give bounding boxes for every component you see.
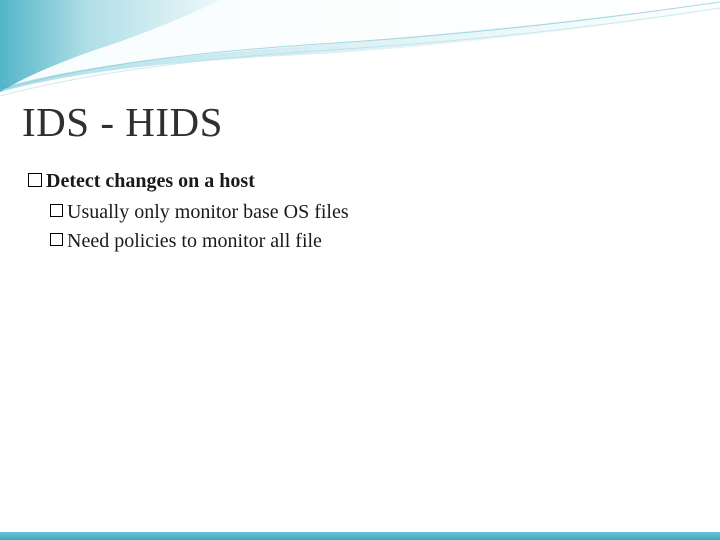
slide-title: IDS - HIDS — [22, 98, 223, 146]
bullet-level2: Need policies to monitor all file — [50, 228, 349, 255]
bullet-text: Need policies to monitor all file — [67, 228, 322, 255]
slide: IDS - HIDS Detect changes on a host Usua… — [0, 0, 720, 540]
square-bullet-icon — [28, 173, 42, 187]
bullet-level2: Usually only monitor base OS files — [50, 199, 349, 226]
slide-body: Detect changes on a host Usually only mo… — [28, 168, 349, 257]
bullet-level1: Detect changes on a host — [28, 168, 349, 195]
wave-decoration-top — [0, 0, 720, 100]
square-bullet-icon — [50, 233, 63, 246]
square-bullet-icon — [50, 204, 63, 217]
bullet-text: Usually only monitor base OS files — [67, 199, 349, 226]
bottom-stripe-decoration — [0, 532, 720, 540]
bullet-text: Detect changes on a host — [46, 168, 255, 195]
